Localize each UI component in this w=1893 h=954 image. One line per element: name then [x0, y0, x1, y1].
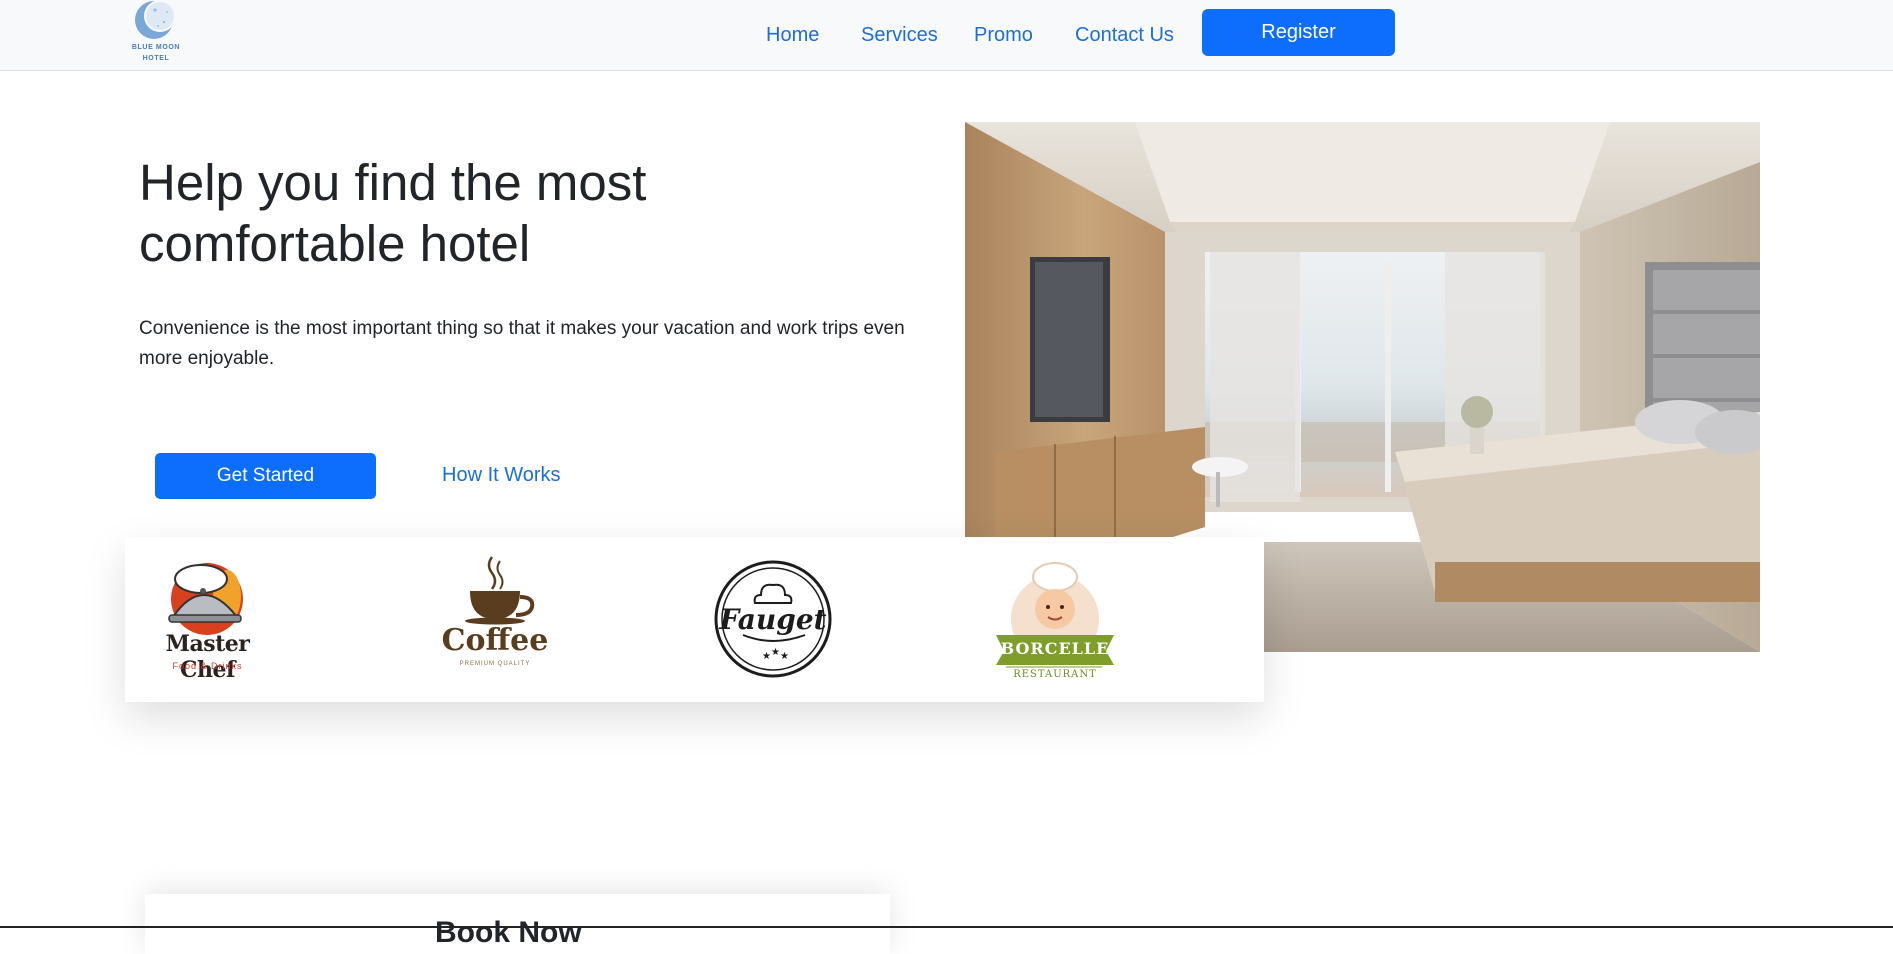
- navbar: BLUE MOON HOTEL Home Services Promo Cont…: [0, 0, 1893, 71]
- hero-title-line2: comfortable hotel: [139, 215, 531, 272]
- book-now-title: Book Now: [435, 916, 582, 949]
- hero-description: Convenience is the most important thing …: [139, 318, 905, 369]
- hero-title-line1: Help you find the most: [139, 154, 647, 211]
- get-started-button[interactable]: Get Started: [155, 453, 376, 499]
- partner-tagline: PREMIUM QUALITY: [459, 661, 531, 667]
- partner-name: BORCELLE: [1000, 639, 1110, 658]
- partner-borcelle-logo: BORCELLE RESTAURANT: [990, 551, 1120, 691]
- partner-tagline: Food & Drinks: [172, 661, 243, 671]
- partner-master-chef-logo: Master Chef Food & Drinks: [145, 551, 270, 691]
- how-it-works-link[interactable]: How It Works: [442, 464, 561, 487]
- register-button[interactable]: Register: [1202, 9, 1395, 56]
- svg-text:★: ★: [771, 647, 780, 658]
- nav-home[interactable]: Home: [766, 24, 819, 47]
- svg-text:★: ★: [762, 651, 771, 662]
- logo-text-line2: HOTEL: [142, 55, 170, 62]
- nav-services[interactable]: Services: [861, 24, 938, 47]
- hero-title: Help you find the most comfortable hotel: [139, 152, 859, 274]
- moon-logo-icon: [135, 0, 176, 39]
- partner-name: Coffee: [441, 623, 549, 658]
- svg-text:★: ★: [780, 651, 789, 662]
- logo-text-line1: BLUE MOON: [131, 44, 181, 51]
- partner-name: Fauget: [719, 603, 827, 636]
- partner-tagline: RESTAURANT: [1013, 669, 1097, 680]
- nav-promo[interactable]: Promo: [974, 24, 1033, 47]
- nav-contact-us[interactable]: Contact Us: [1075, 24, 1174, 47]
- partner-logos: Master Chef Food & Drinks Coffee PREMIUM…: [125, 537, 1264, 702]
- book-now-card: Book Now: [145, 894, 890, 954]
- hotel-logo[interactable]: BLUE MOON HOTEL: [124, 0, 188, 68]
- partner-coffee-logo: Coffee PREMIUM QUALITY: [440, 551, 550, 691]
- partner-name: Master Chef: [165, 631, 250, 683]
- partner-fauget-logo: ★ ★ ★ Fauget: [713, 551, 833, 691]
